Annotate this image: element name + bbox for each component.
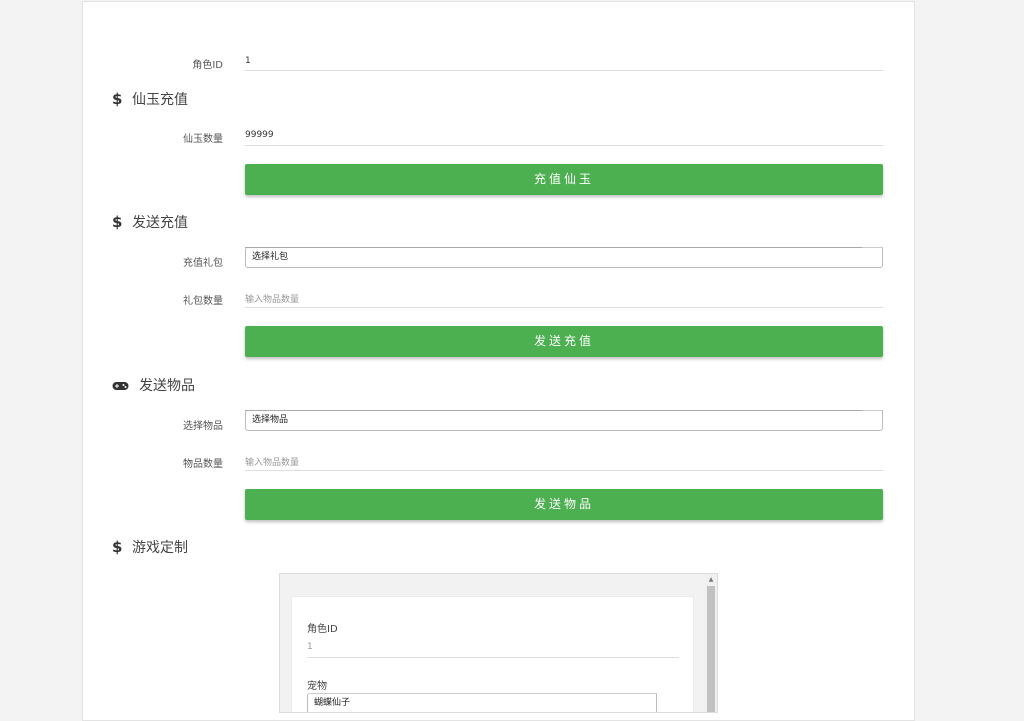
- gift-pack-label: 充值礼包: [183, 258, 223, 269]
- custom-iframe[interactable]: 角色ID 1 宠物 蝴蝶仙子 ▲: [279, 573, 718, 713]
- recharge-jade-button[interactable]: 充值仙玉: [245, 164, 883, 195]
- dollar-icon: $: [112, 213, 123, 231]
- frame-role-underline: [307, 657, 679, 658]
- frame-role-input[interactable]: 1: [307, 642, 313, 652]
- dollar-icon: $: [112, 90, 123, 108]
- custom-title-text: 游戏定制: [132, 540, 188, 556]
- jade-amount-input[interactable]: 99999: [245, 130, 274, 140]
- gift-count-input[interactable]: 输入物品数量: [245, 292, 299, 305]
- jade-title-text: 仙玉充值: [132, 92, 188, 108]
- jade-amount-label: 仙玉数量: [183, 134, 223, 145]
- role-id-label: 角色ID: [192, 60, 223, 71]
- gift-select-border: [245, 247, 862, 248]
- jade-section-title: $ 仙玉充值: [112, 89, 188, 109]
- scroll-up-icon[interactable]: ▲: [707, 576, 715, 584]
- item-count-label: 物品数量: [183, 459, 223, 470]
- recharge-section-title: $ 发送充值: [112, 212, 188, 232]
- jade-amount-underline: [245, 145, 883, 146]
- dollar-icon: $: [112, 538, 123, 556]
- items-title-text: 发送物品: [139, 378, 195, 394]
- frame-role-label: 角色ID: [307, 624, 338, 635]
- item-select-label: 选择物品: [183, 421, 223, 432]
- gift-pack-select[interactable]: 选择礼包: [245, 247, 883, 268]
- role-id-underline: [245, 70, 883, 71]
- item-select-border: [245, 410, 862, 411]
- gamepad-icon: [112, 376, 139, 394]
- frame-pet-label: 宠物: [307, 681, 327, 692]
- custom-section-title: $ 游戏定制: [112, 537, 188, 557]
- scroll-thumb[interactable]: [707, 586, 715, 712]
- gift-count-label: 礼包数量: [183, 296, 223, 307]
- item-select[interactable]: 选择物品: [245, 410, 883, 431]
- send-recharge-button[interactable]: 发送充值: [245, 326, 883, 357]
- items-section-title: 发送物品: [112, 375, 195, 395]
- gift-count-underline: [245, 307, 883, 308]
- frame-scrollbar[interactable]: ▲: [705, 574, 717, 712]
- role-id-input[interactable]: 1: [245, 56, 251, 66]
- item-count-input[interactable]: 输入物品数量: [245, 455, 299, 468]
- item-count-underline: [245, 470, 883, 471]
- send-items-button[interactable]: 发送物品: [245, 489, 883, 520]
- recharge-title-text: 发送充值: [132, 215, 188, 231]
- custom-form-card: 角色ID 1 宠物 蝴蝶仙子: [291, 596, 694, 712]
- frame-pet-select[interactable]: 蝴蝶仙子: [307, 693, 657, 712]
